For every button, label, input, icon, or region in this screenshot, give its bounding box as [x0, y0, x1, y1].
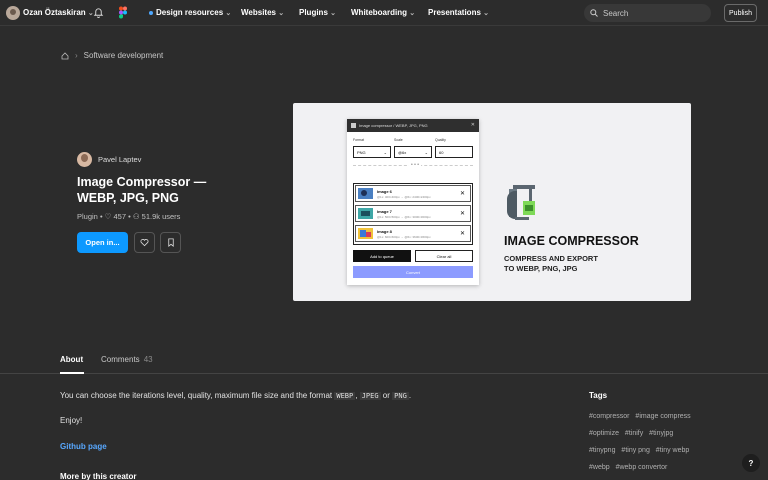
like-count: 457	[113, 212, 127, 221]
figma-logo-icon[interactable]	[119, 6, 127, 19]
plugin-title: Image Compressor — WEBP, JPG, PNG	[77, 175, 207, 205]
nav-design-resources[interactable]: Design resources ⌄	[149, 8, 231, 17]
plugin-meta: Plugin • ♡ 457 • ⚇ 51.9k users	[77, 212, 180, 221]
close-icon: ✕	[470, 122, 475, 128]
chevron-down-icon: ⌄	[225, 10, 232, 17]
promo-title: IMAGE COMPRESSOR	[504, 234, 639, 248]
home-icon[interactable]	[61, 51, 69, 60]
active-tab-indicator	[60, 372, 84, 374]
search-input[interactable]: Search	[584, 4, 711, 22]
tag-link[interactable]: #tinify	[625, 430, 643, 437]
user-icon: ⚇	[132, 212, 140, 221]
tag-row: #optimize #tinify #tinyjpg	[589, 430, 677, 437]
author[interactable]: Pavel Laptev	[77, 152, 141, 167]
tag-row: #webp #webp convertor	[589, 464, 671, 471]
username-label: Ozan Öztaskiran	[23, 8, 86, 17]
comments-count: 43	[143, 355, 153, 364]
active-dot	[149, 10, 153, 15]
tag-link[interactable]: #compressor	[589, 413, 629, 420]
enjoy-text: Enjoy!	[60, 416, 83, 425]
nav-presentations[interactable]: Presentations ⌄	[428, 8, 489, 17]
clear-all-button: Clear all	[415, 250, 473, 262]
breadcrumb: › Software development	[61, 51, 163, 60]
plugin-type: Plugin	[77, 212, 98, 221]
chevron-down-icon: ⌄	[424, 150, 428, 155]
tag-link[interactable]: #webp convertor	[616, 464, 668, 471]
tag-link[interactable]: #tinyjpg	[649, 430, 673, 437]
format-label: Format	[353, 138, 365, 142]
promo-subtitle: COMPRESS AND EXPORT TO WEBP, PNG, JPG	[504, 254, 598, 273]
chevron-down-icon: ⌄	[483, 10, 490, 17]
close-icon: ✕	[459, 231, 465, 237]
search-icon	[590, 9, 598, 17]
plugin-icon	[351, 123, 356, 128]
divider: • • •	[353, 162, 473, 168]
chevron-down-icon: ⌄	[409, 10, 416, 17]
more-by-creator-heading: More by this creator	[60, 472, 137, 480]
add-to-queue-button: Add to queue	[353, 250, 411, 262]
window-title: Image compressor / WEBP, JPG, PNG	[359, 123, 428, 128]
bookmark-icon	[167, 238, 174, 247]
help-button[interactable]: ?	[742, 454, 760, 472]
nav-websites[interactable]: Websites ⌄	[241, 8, 284, 17]
account-switcher[interactable]: Ozan Öztaskiran ⌄	[23, 8, 94, 17]
chevron-down-icon: ⌄	[383, 150, 387, 155]
tags-heading: Tags	[589, 391, 608, 400]
format-select: PNG ⌄	[353, 146, 391, 158]
chevron-down-icon: ⌄	[278, 10, 285, 17]
tag-link[interactable]: #webp	[589, 464, 610, 471]
convert-button: Convert	[353, 266, 473, 278]
quality-label: Quality	[435, 138, 446, 142]
list-item: Image 8 @1x: 600×600px → @6x: 3600×3600p…	[355, 225, 471, 242]
image-thumbnail	[358, 188, 373, 199]
heart-icon	[140, 239, 149, 247]
tag-row: #compressor #image compress	[589, 413, 695, 420]
tab-comments[interactable]: Comments 43	[101, 355, 153, 364]
scale-select: @6x ⌄	[394, 146, 432, 158]
author-avatar	[77, 152, 92, 167]
close-icon: ✕	[459, 191, 465, 197]
scale-label: Scale	[394, 138, 403, 142]
heart-icon: ♡	[104, 212, 112, 221]
publish-button[interactable]: Publish	[724, 4, 757, 22]
file-list: Image 6 @1x: 400×400px → @6x: 2400×2400p…	[353, 183, 473, 245]
plugin-preview-image: Image compressor / WEBP, JPG, PNG ✕ Form…	[293, 103, 691, 301]
bell-icon[interactable]	[93, 7, 104, 18]
tag-link[interactable]: #tinypng	[589, 447, 615, 454]
top-bar: Ozan Öztaskiran ⌄ Design resources ⌄ Web…	[0, 0, 768, 26]
chevron-right-icon: ›	[75, 51, 78, 60]
image-thumbnail	[358, 228, 373, 239]
window-titlebar: Image compressor / WEBP, JPG, PNG ✕	[347, 119, 479, 132]
plugin-window-mockup: Image compressor / WEBP, JPG, PNG ✕ Form…	[347, 119, 479, 285]
breadcrumb-category[interactable]: Software development	[84, 51, 164, 60]
bookmark-button[interactable]	[160, 232, 181, 253]
nav-plugins[interactable]: Plugins ⌄	[299, 8, 336, 17]
open-in-button[interactable]: Open in...	[77, 232, 128, 253]
tab-bar: About Comments 43	[0, 346, 768, 374]
user-avatar[interactable]	[6, 6, 20, 20]
tab-about[interactable]: About	[60, 355, 83, 364]
tag-link[interactable]: #tiny webp	[656, 447, 689, 454]
tag-row: #tinypng #tiny png #tiny webp	[589, 447, 693, 454]
github-link[interactable]: Github page	[60, 442, 107, 451]
close-icon: ✕	[459, 211, 465, 217]
user-count: 51.9k users	[141, 212, 181, 221]
author-name: Pavel Laptev	[98, 155, 142, 164]
like-button[interactable]	[134, 232, 155, 253]
plugin-description: You can choose the iterations level, qua…	[60, 391, 412, 400]
image-thumbnail	[358, 208, 373, 219]
clamp-logo-icon	[507, 185, 535, 220]
list-item: Image 7 @1x: 500×500px → @6x: 3000×3000p…	[355, 205, 471, 222]
search-placeholder: Search	[603, 8, 629, 18]
quality-field: 60	[435, 146, 473, 158]
nav-whiteboarding[interactable]: Whiteboarding ⌄	[351, 8, 415, 17]
list-item: Image 6 @1x: 400×400px → @6x: 2400×2400p…	[355, 185, 471, 202]
tag-link[interactable]: #optimize	[589, 430, 619, 437]
tag-link[interactable]: #tiny png	[621, 447, 649, 454]
chevron-down-icon: ⌄	[330, 10, 336, 17]
tag-link[interactable]: #image compress	[635, 413, 690, 420]
